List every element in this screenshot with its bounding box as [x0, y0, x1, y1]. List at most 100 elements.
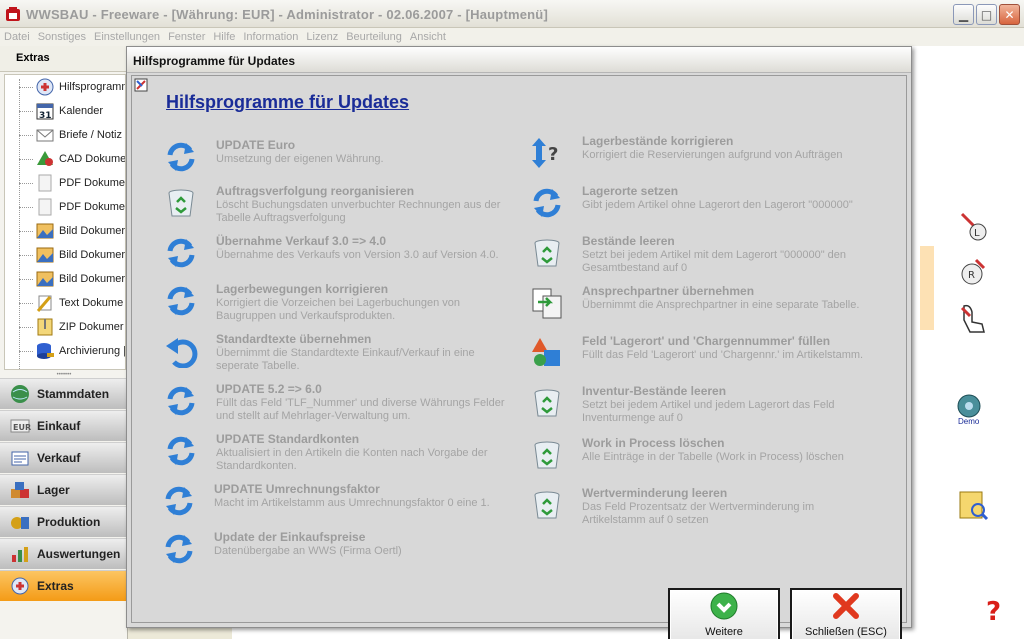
- close-button[interactable]: Schließen (ESC): [790, 588, 902, 639]
- nav-produktion[interactable]: Produktion: [0, 506, 128, 537]
- close-button-label: Schließen (ESC): [805, 626, 887, 638]
- nav-einkauf[interactable]: EUR Einkauf: [0, 410, 128, 441]
- item-title: Ansprechpartner übernehmen: [582, 284, 755, 298]
- tree-item-label: ZIP Dokumer: [59, 321, 124, 333]
- item-desc: Das Feld Prozentsatz der Wertverminderun…: [582, 501, 815, 526]
- background-panel-strip: [920, 246, 934, 330]
- tree-item-label: PDF Dokume: [59, 177, 126, 189]
- lagerbestaende-korrigieren-item[interactable]: ? Lagerbestände korrigieren Korrigiert d…: [530, 134, 870, 180]
- menu-einstellungen[interactable]: Einstellungen: [94, 28, 160, 46]
- lagerort-chargennummer-item[interactable]: Feld 'Lagerort' und 'Chargennummer' füll…: [530, 334, 870, 380]
- maximize-button[interactable]: □: [976, 4, 997, 25]
- tree-item-bild-3[interactable]: Bild Dokumer: [5, 267, 125, 291]
- text-icon: [36, 295, 52, 312]
- ansprechpartner-item[interactable]: Ansprechpartner übernehmen Übernimmt die…: [530, 284, 870, 330]
- wertverminderung-item[interactable]: Wertverminderung leeren Das Feld Prozent…: [530, 486, 870, 532]
- next-button[interactable]: Weitere: [668, 588, 780, 639]
- recycle-bin-icon: [534, 389, 560, 417]
- boxes-icon: [11, 482, 29, 498]
- updates-dialog: Hilfsprogramme für Updates Hilfsprogramm…: [126, 46, 912, 639]
- refresh-icon: [167, 436, 195, 466]
- refresh-icon: [165, 486, 193, 516]
- search-document-icon[interactable]: [956, 488, 990, 522]
- item-title: Auftragsverfolgung reorganisieren: [216, 184, 415, 198]
- help-icon[interactable]: ?: [986, 597, 1001, 627]
- svg-text:L: L: [974, 228, 980, 239]
- nav-extras[interactable]: Extras: [0, 570, 128, 601]
- menu-datei[interactable]: Datei: [4, 28, 30, 46]
- refresh-icon: [167, 142, 195, 172]
- tree-item-bild-2[interactable]: Bild Dokumer: [5, 243, 125, 267]
- menu-information[interactable]: Information: [243, 28, 298, 46]
- item-desc: Füllt das Feld 'Lagerort' und 'Chargennr…: [582, 349, 864, 361]
- item-desc: Löscht Buchungsdaten unverbuchter Rechnu…: [216, 199, 501, 224]
- hand-pointer-icon[interactable]: [956, 302, 990, 336]
- refresh-icon: [167, 386, 195, 416]
- item-desc: Gibt jedem Artikel ohne Lagerort den Lag…: [582, 199, 853, 211]
- nav-auswertungen[interactable]: Auswertungen: [0, 538, 128, 569]
- register-tool-icon[interactable]: R: [956, 256, 990, 290]
- nav-stammdaten[interactable]: Stammdaten: [0, 378, 128, 409]
- item-title: Standardtexte übernehmen: [216, 332, 372, 346]
- menu-sonstiges[interactable]: Sonstiges: [38, 28, 86, 46]
- item-desc: Umsetzung der eigenen Währung.: [216, 153, 384, 165]
- item-title: UPDATE Standardkonten: [216, 432, 360, 446]
- item-desc: Setzt bei jedem Artikel mit dem Lagerort…: [582, 249, 847, 274]
- menu-beurteilung[interactable]: Beurteilung: [346, 28, 402, 46]
- tree-item-cad[interactable]: CAD Dokume: [5, 147, 125, 171]
- standardtexte-item[interactable]: Standardtexte übernehmen Übernimmt die S…: [164, 332, 504, 378]
- update-standardkonten-item[interactable]: UPDATE Standardkonten Aktualisiert in de…: [164, 432, 504, 478]
- menu-lizenz[interactable]: Lizenz: [306, 28, 338, 46]
- lagerorte-setzen-item[interactable]: Lagerorte setzen Gibt jedem Artikel ohne…: [530, 184, 870, 230]
- lagerbewegungen-item[interactable]: Lagerbewegungen korrigieren Korrigiert d…: [164, 282, 504, 328]
- tree-item-pdf-1[interactable]: PDF Dokume: [5, 171, 125, 195]
- nav-verkauf[interactable]: Verkauf: [0, 442, 128, 473]
- transfer-icon: [532, 288, 562, 319]
- recycle-bin-icon: [168, 189, 194, 217]
- calendar-icon: 31: [36, 103, 54, 121]
- bestaende-leeren-item[interactable]: Bestände leeren Setzt bei jedem Artikel …: [530, 234, 870, 280]
- pdf-icon: [38, 174, 52, 192]
- tree-item-briefe[interactable]: Briefe / Notiz: [5, 123, 125, 147]
- menu-ansicht[interactable]: Ansicht: [410, 28, 446, 46]
- dialog-title: Hilfsprogramme für Updates: [127, 47, 911, 73]
- tree-item-label: Hilfsprogramm: [59, 81, 126, 93]
- tree-item-text[interactable]: Text Dokume: [5, 291, 125, 315]
- close-window-button[interactable]: ✕: [999, 4, 1020, 25]
- item-title: Bestände leeren: [582, 234, 675, 248]
- menu-hilfe[interactable]: Hilfe: [213, 28, 235, 46]
- uebernahme-verkauf-item[interactable]: Übernahme Verkauf 3.0 => 4.0 Übernahme d…: [164, 234, 504, 280]
- tree-item-archivierung[interactable]: Archivierung |: [5, 339, 125, 363]
- item-title: Lagerbewegungen korrigieren: [216, 282, 389, 296]
- nav-label: Produktion: [37, 515, 101, 529]
- image-icon: [36, 247, 54, 263]
- minimize-button[interactable]: ▁: [953, 4, 974, 25]
- nav-lager[interactable]: Lager: [0, 474, 128, 505]
- update-umrechnungsfaktor-item[interactable]: UPDATE Umrechnungsfaktor Macht im Artike…: [162, 482, 502, 528]
- work-in-process-item[interactable]: Work in Process löschen Alle Einträge in…: [530, 436, 870, 482]
- menu-fenster[interactable]: Fenster: [168, 28, 205, 46]
- nav-label: Auswertungen: [37, 547, 121, 561]
- update-52-60-item[interactable]: UPDATE 5.2 => 6.0 Füllt das Feld 'TLF_Nu…: [164, 382, 504, 428]
- globe-icon: [11, 385, 29, 403]
- refresh-icon: [165, 534, 193, 564]
- tree-item-bild-1[interactable]: Bild Dokumer: [5, 219, 125, 243]
- tree-item-pdf-2[interactable]: PDF Dokume: [5, 195, 125, 219]
- pdf-icon: [38, 198, 52, 216]
- item-desc: Alle Einträge in der Tabelle (Work in Pr…: [582, 451, 844, 463]
- auftragsverfolgung-item[interactable]: Auftragsverfolgung reorganisieren Löscht…: [164, 184, 504, 230]
- update-euro-item[interactable]: UPDATE Euro Umsetzung der eigenen Währun…: [164, 138, 504, 184]
- label-tool-icon[interactable]: L: [956, 208, 990, 242]
- item-title: Update der Einkaufspreise: [214, 530, 366, 544]
- tree-item-kalender[interactable]: 31 Kalender: [5, 99, 125, 123]
- update-einkaufspreise-item[interactable]: Update der Einkaufspreise Datenübergabe …: [162, 530, 502, 576]
- inventur-bestaende-item[interactable]: Inventur-Bestände leeren Setzt bei jedem…: [530, 384, 870, 430]
- item-desc: Macht im Artikelstamm aus Umrechnungsfak…: [214, 497, 490, 509]
- tree-item-hilfsprogramme[interactable]: Hilfsprogramm: [5, 75, 125, 99]
- item-desc: Korrigiert die Reservierungen aufgrund v…: [582, 149, 843, 161]
- item-desc: Aktualisiert in den Artikeln die Konten …: [216, 447, 488, 472]
- app-icon: [6, 7, 20, 21]
- tree-item-zip[interactable]: ZIP Dokumer: [5, 315, 125, 339]
- item-title: Wertverminderung leeren: [582, 486, 728, 500]
- dialog-heading: Hilfsprogramme für Updates: [166, 92, 410, 112]
